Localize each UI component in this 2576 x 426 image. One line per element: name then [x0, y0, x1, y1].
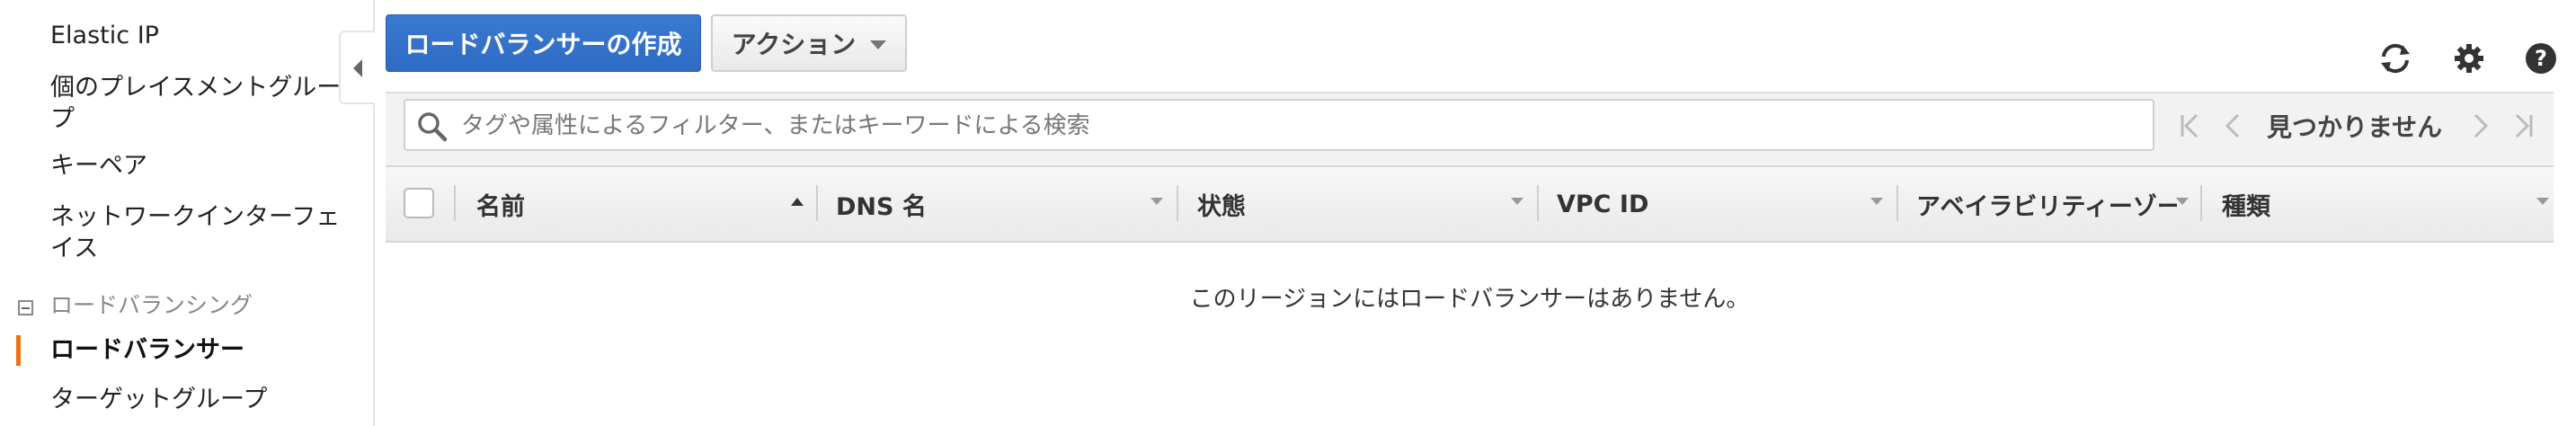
next-page-icon[interactable]: [2466, 111, 2493, 140]
empty-table-message: このリージョンにはロードバランサーはありません。: [1189, 286, 1750, 313]
last-page-icon[interactable]: [2509, 111, 2536, 140]
create-load-balancer-button[interactable]: ロードバランサーの作成: [386, 14, 701, 72]
actions-label: アクション: [731, 30, 857, 59]
search-box[interactable]: [404, 99, 2154, 151]
column-header-availability-zone-label: アベイラビリティーゾー: [1916, 192, 2177, 221]
sidebar-item-network-interfaces[interactable]: ネットワークインターフェイス: [50, 201, 347, 264]
sidebar-item-elastic-ip[interactable]: Elastic IP: [50, 20, 338, 51]
sort-icon: [2536, 198, 2549, 205]
column-header-vpc-id[interactable]: VPC ID: [1557, 165, 1889, 243]
column-divider: [816, 185, 818, 221]
sidebar-item-key-pairs[interactable]: キーペア: [50, 150, 338, 182]
column-divider: [1177, 185, 1178, 221]
column-header-type-label: 種類: [2222, 192, 2270, 221]
column-header-vpc-id-label: VPC ID: [1557, 190, 1649, 218]
pager-status: 見つかりません: [2267, 112, 2443, 142]
refresh-icon[interactable]: [2378, 41, 2412, 75]
sidebar-item-target-groups[interactable]: ターゲットグループ: [50, 384, 338, 415]
sort-icon: [1870, 198, 1883, 205]
sidebar: Elastic IP 個のプレイスメントグループ キーペア ネットワークインター…: [0, 0, 375, 426]
sidebar-section-load-balancing: ロードバランシング: [50, 292, 253, 318]
sidebar-item-load-balancers[interactable]: ロードバランサー: [50, 334, 338, 366]
select-all-checkbox[interactable]: [404, 188, 434, 218]
sort-icon: [1511, 198, 1523, 205]
sidebar-collapse-toggle[interactable]: [339, 31, 375, 104]
search-icon: [418, 112, 448, 142]
column-header-name-label: 名前: [476, 192, 525, 221]
chevron-down-icon: [870, 40, 887, 49]
active-indicator: [16, 335, 21, 366]
sort-ascending-icon: [791, 198, 804, 206]
column-header-name[interactable]: 名前: [476, 165, 818, 243]
column-header-state-label: 状態: [1197, 192, 1246, 221]
gear-icon[interactable]: [2452, 41, 2486, 75]
svg-text:?: ?: [2535, 46, 2547, 71]
column-header-state[interactable]: 状態: [1197, 165, 1530, 243]
column-header-type[interactable]: 種類: [2222, 165, 2527, 243]
create-load-balancer-label: ロードバランサーの作成: [404, 30, 682, 59]
help-icon[interactable]: ?: [2524, 41, 2558, 75]
section-collapse-icon[interactable]: [18, 300, 33, 315]
search-input[interactable]: [459, 106, 2135, 146]
column-header-availability-zone[interactable]: アベイラビリティーゾー: [1916, 165, 2177, 243]
column-header-dns-name[interactable]: DNS 名: [836, 165, 1168, 243]
sort-icon: [2176, 198, 2189, 205]
actions-dropdown-button[interactable]: アクション: [711, 14, 907, 72]
column-divider: [454, 185, 456, 221]
first-page-icon[interactable]: [2177, 111, 2204, 140]
column-divider: [1896, 185, 1898, 221]
column-header-dns-name-label: DNS 名: [836, 192, 927, 221]
sort-icon: [1150, 198, 1163, 205]
column-divider: [2200, 185, 2202, 221]
previous-page-icon[interactable]: [2220, 111, 2247, 140]
sidebar-item-placement-groups[interactable]: 個のプレイスメントグループ: [50, 72, 347, 135]
column-divider: [1537, 185, 1539, 221]
